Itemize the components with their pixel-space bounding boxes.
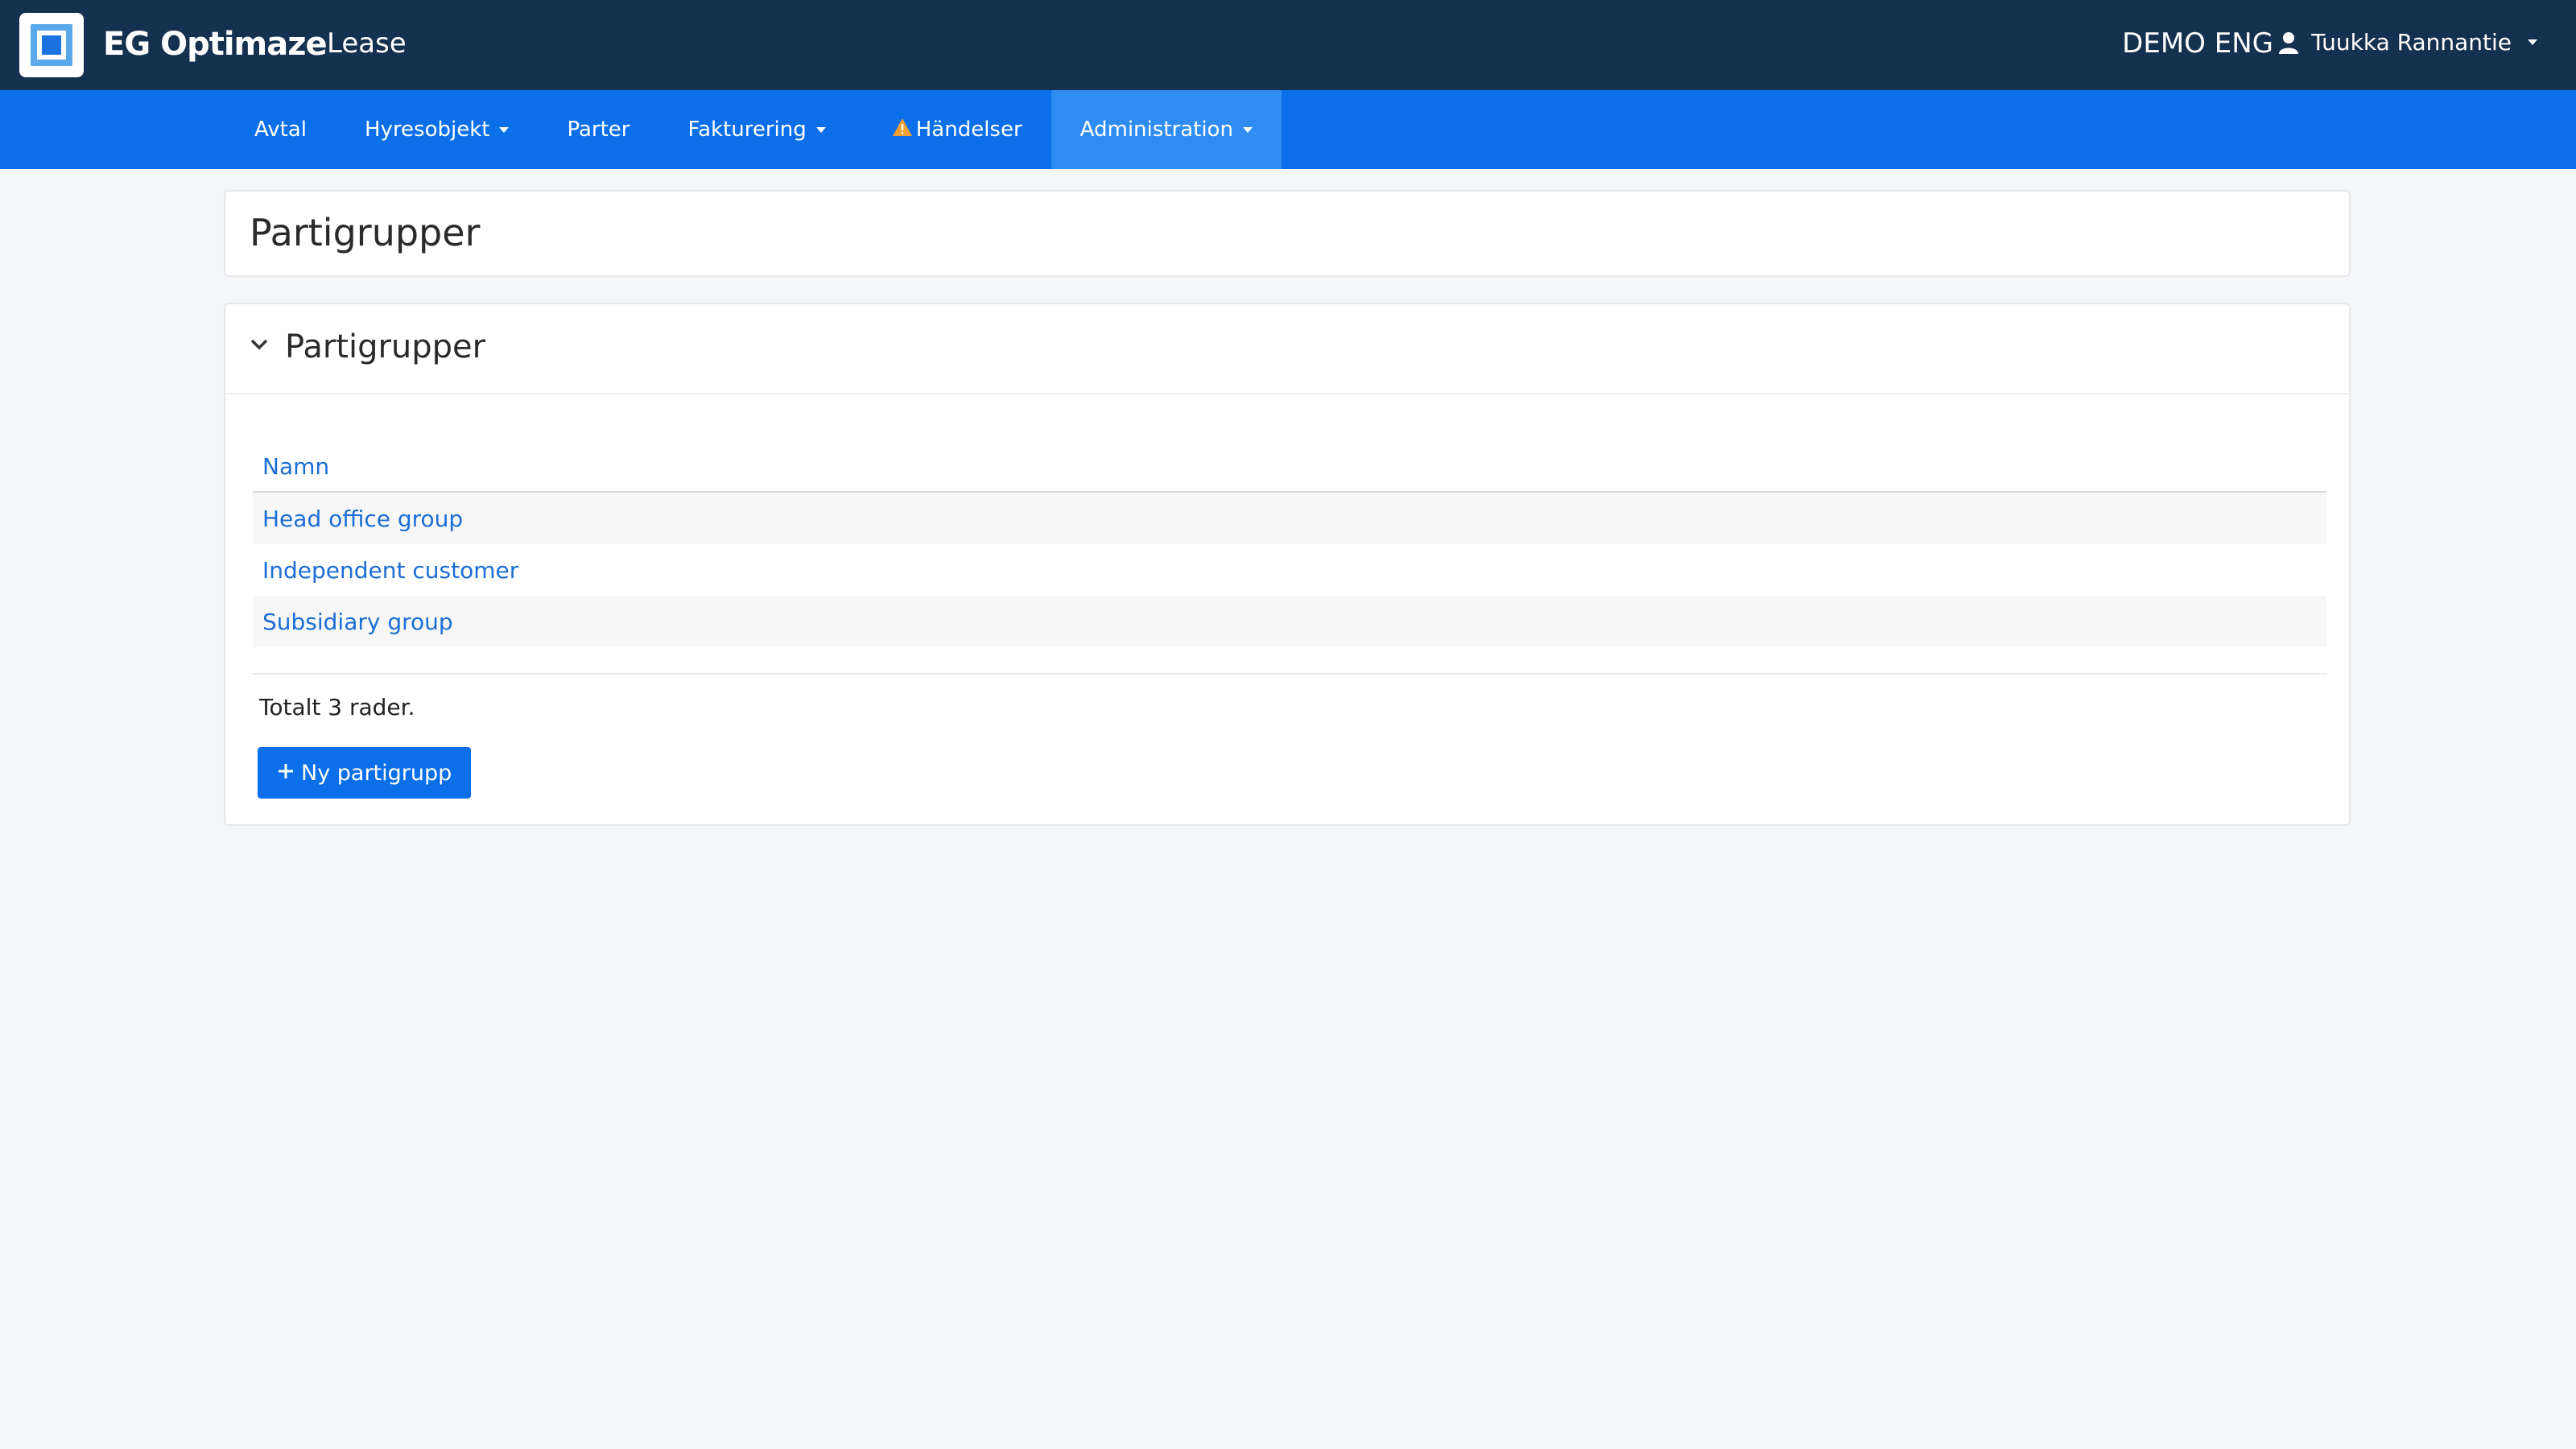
page-title: Partigrupper <box>250 211 481 254</box>
panel-title: Partigrupper <box>285 328 486 365</box>
user-name: Tuukka Rannantie <box>2311 29 2512 56</box>
caret-down-icon <box>499 126 510 133</box>
chevron-down-icon[interactable] <box>250 338 269 354</box>
caret-down-icon <box>1242 126 1253 133</box>
top-bar: EG Optimaze Lease DEMO ENG Tuukka Rannan… <box>0 0 2576 90</box>
new-party-group-button[interactable]: Ny partigrupp <box>258 747 472 799</box>
row-link[interactable]: Subsidiary group <box>253 596 2326 647</box>
table-row: Subsidiary group <box>253 596 2326 647</box>
nav-item-parter[interactable]: Parter <box>538 90 658 169</box>
new-party-group-label: Ny partigrupp <box>301 760 452 786</box>
row-link[interactable]: Independent customer <box>253 544 2326 596</box>
partigrupper-panel: Partigrupper Namn Head office group Inde… <box>224 303 2351 826</box>
nav-item-fakturering[interactable]: Fakturering <box>659 90 855 169</box>
caret-down-icon <box>815 126 826 133</box>
environment-label: DEMO ENG <box>2122 27 2273 60</box>
main-nav: Avtal Hyresobjekt Parter Fakturering Hän… <box>0 90 2576 169</box>
user-menu[interactable]: Tuukka Rannantie <box>2279 29 2537 56</box>
nav-item-handelser[interactable]: Händelser <box>855 90 1051 169</box>
brand-name[interactable]: EG Optimaze <box>103 26 328 63</box>
row-link[interactable]: Head office group <box>253 492 2326 544</box>
nav-item-avtal[interactable]: Avtal <box>225 90 336 169</box>
table-row: Head office group <box>253 492 2326 544</box>
user-icon <box>2279 31 2299 54</box>
column-header-namn[interactable]: Namn <box>253 441 2326 493</box>
row-count: Totalt 3 rader. <box>259 694 415 720</box>
module-name: Lease <box>327 27 407 60</box>
nav-item-hyresobjekt[interactable]: Hyresobjekt <box>336 90 538 169</box>
divider <box>253 673 2326 675</box>
plus-icon <box>277 761 295 786</box>
table-row: Independent customer <box>253 544 2326 596</box>
nav-item-administration[interactable]: Administration <box>1051 90 1282 169</box>
warning-icon <box>892 118 913 142</box>
party-groups-table: Namn Head office group Independent custo… <box>253 441 2326 647</box>
page-title-card: Partigrupper <box>224 190 2351 277</box>
panel-header[interactable]: Partigrupper <box>225 304 2349 394</box>
chevron-down-icon <box>2528 39 2537 45</box>
app-logo-icon[interactable] <box>19 13 84 77</box>
